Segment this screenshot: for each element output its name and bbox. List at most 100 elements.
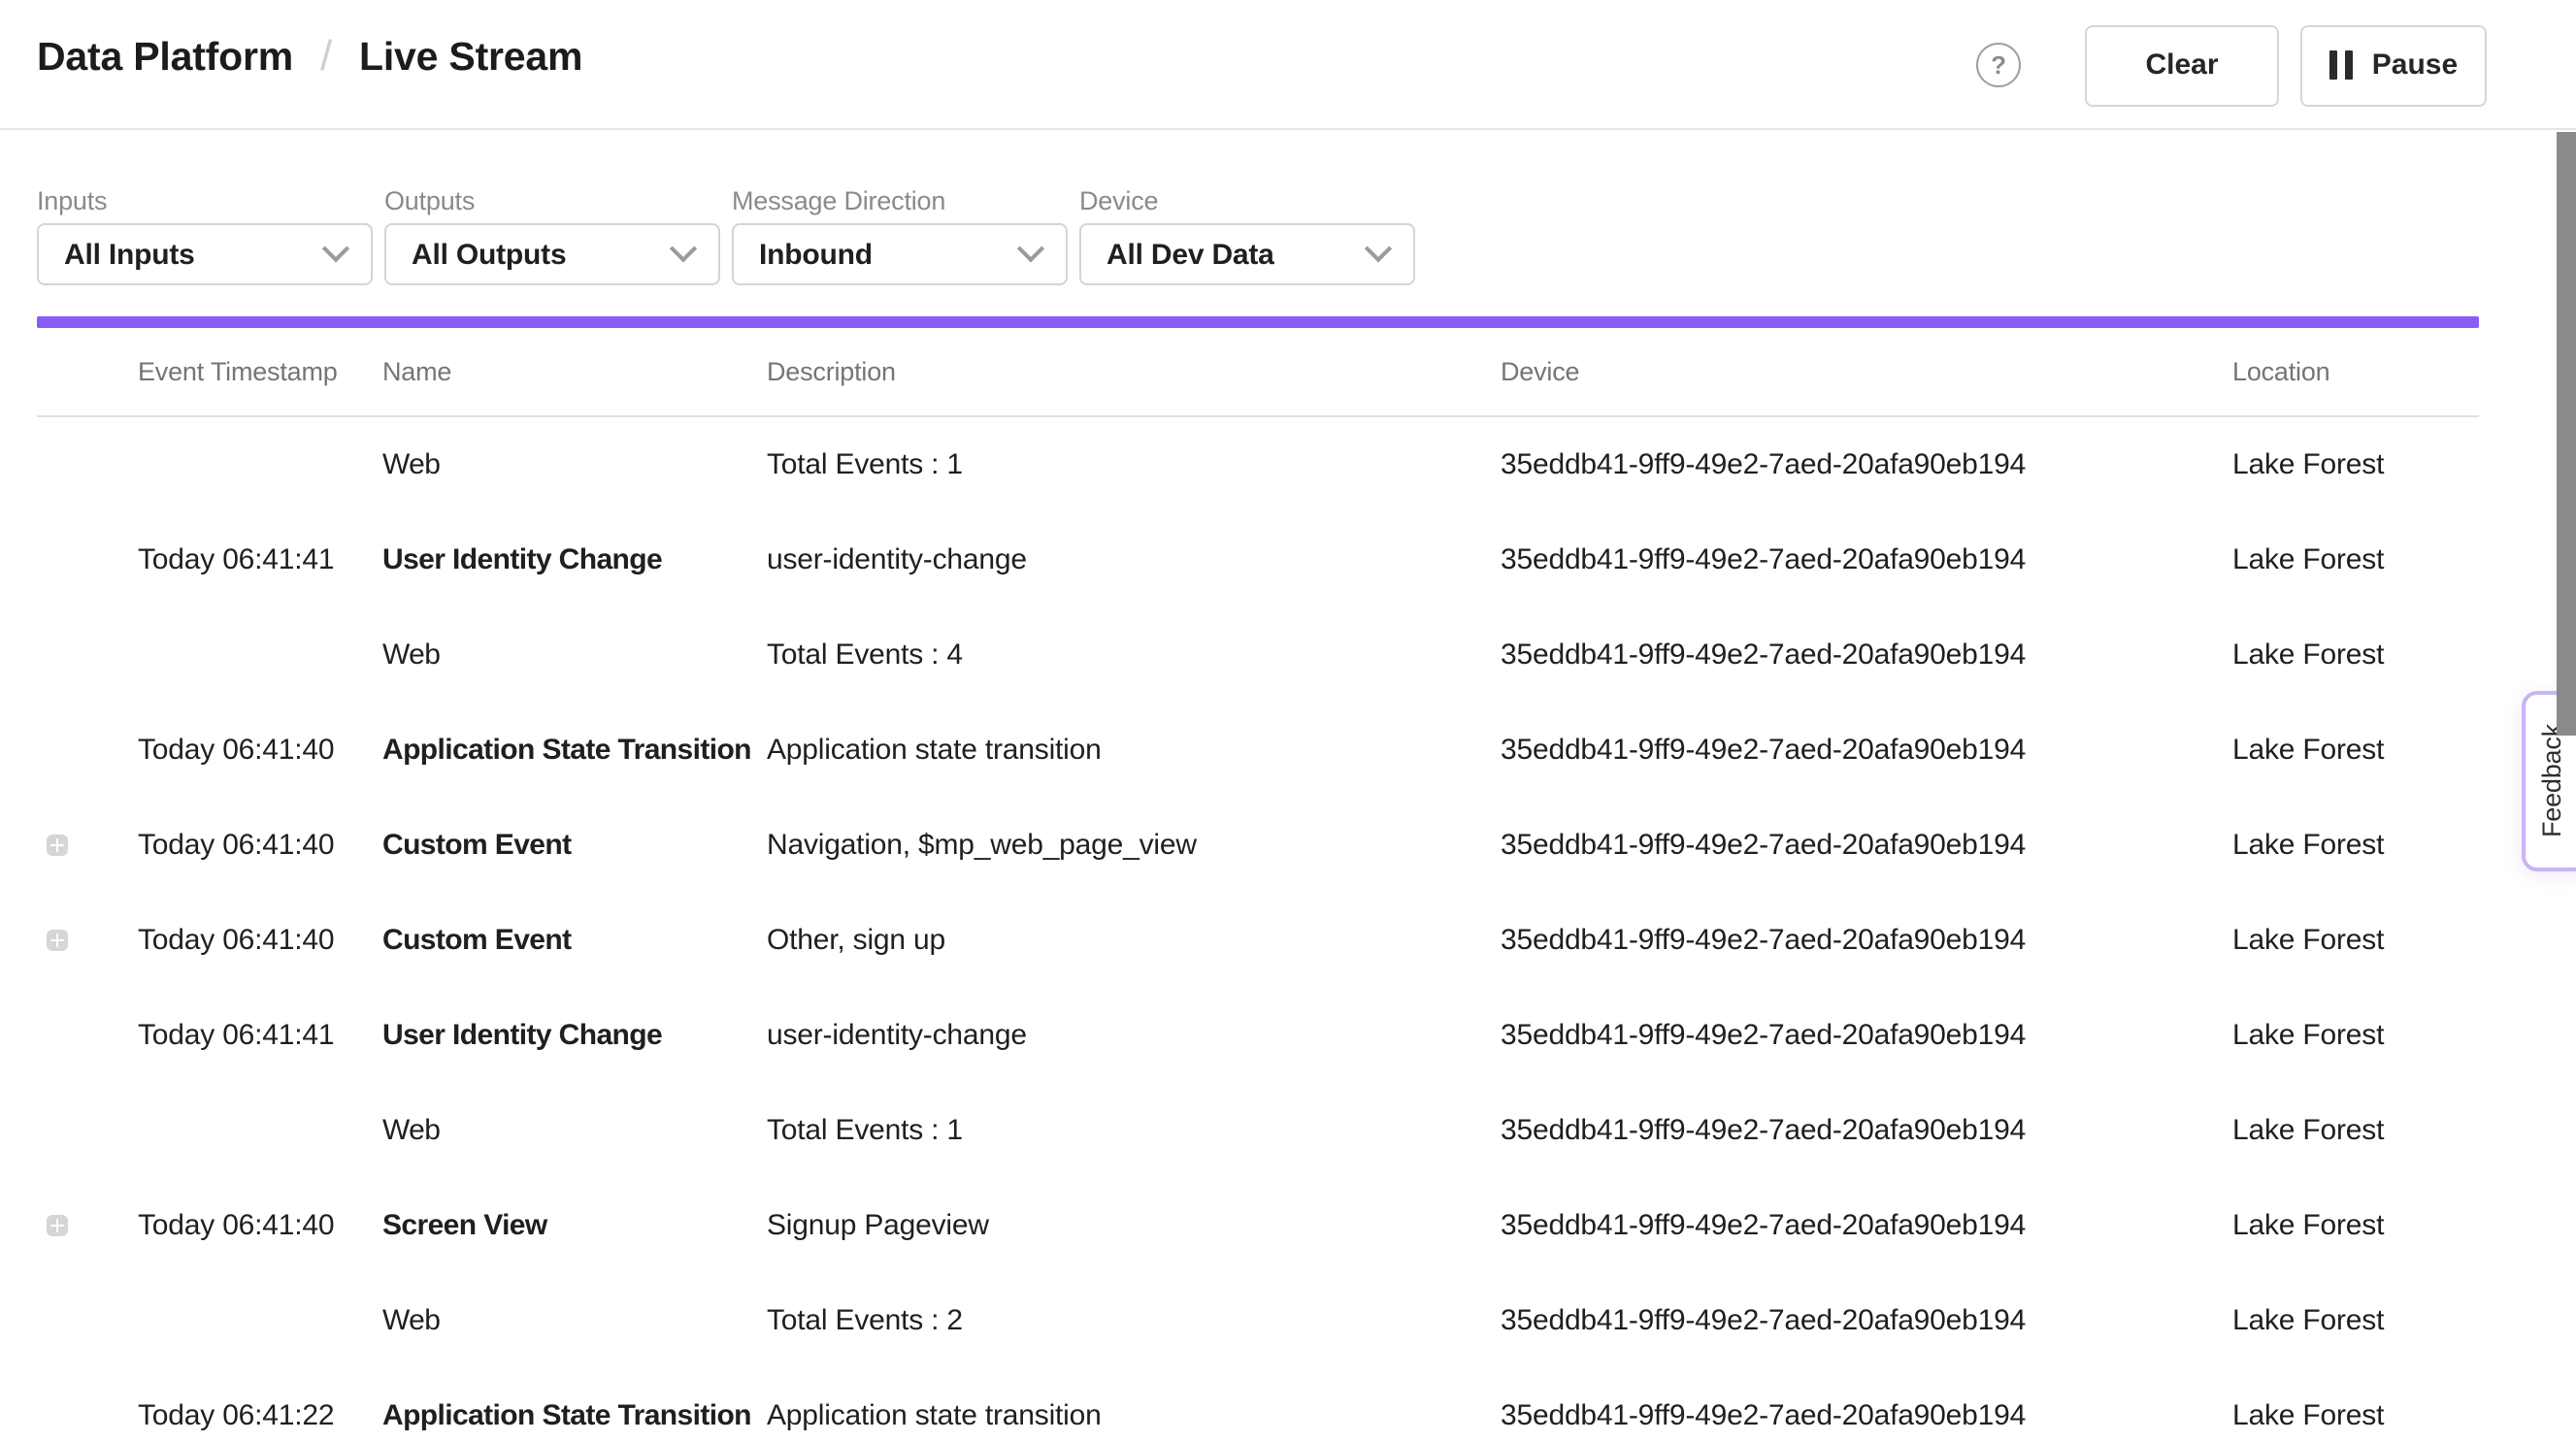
pause-button-label: Pause (2372, 49, 2458, 82)
event-location-cell: Lake Forest (2232, 1019, 2479, 1052)
event-name-cell: User Identity Change (382, 543, 767, 576)
event-timestamp-cell: Today 06:41:40 (138, 829, 382, 862)
chevron-down-icon (322, 235, 349, 262)
event-timestamp-cell: Today 06:41:22 (138, 1399, 382, 1432)
event-timestamp-cell: Today 06:41:40 (138, 924, 382, 957)
event-device-cell: 35eddb41-9ff9-49e2-7aed-20afa90eb194 (1501, 1019, 2232, 1052)
event-device-cell: 35eddb41-9ff9-49e2-7aed-20afa90eb194 (1501, 1209, 2232, 1242)
column-location: Location (2232, 357, 2479, 386)
table-row[interactable]: Web Total Events : 1 35eddb41-9ff9-49e2-… (37, 1083, 2479, 1178)
help-icon[interactable]: ? (1976, 43, 2021, 87)
event-location-cell: Lake Forest (2232, 1209, 2479, 1242)
event-device-cell: 35eddb41-9ff9-49e2-7aed-20afa90eb194 (1501, 1304, 2232, 1337)
column-event-timestamp: Event Timestamp (138, 357, 382, 386)
feedback-tab-label: Feedback (2537, 725, 2566, 838)
column-name: Name (382, 357, 767, 386)
outputs-select[interactable]: All Outputs (384, 223, 720, 285)
event-name-cell: Web (382, 1304, 767, 1337)
event-name-cell: Screen View (382, 1209, 767, 1242)
filter-outputs: Outputs All Outputs (384, 188, 720, 285)
event-description-cell: Signup Pageview (767, 1209, 1501, 1242)
event-name-cell: Web (382, 448, 767, 481)
breadcrumb: Data Platform / Live Stream (37, 33, 582, 83)
inputs-select-value: All Inputs (64, 238, 326, 271)
message-direction-select[interactable]: Inbound (732, 223, 1068, 285)
expand-cell (37, 549, 138, 571)
header-actions: ? Clear Pause (1976, 0, 2487, 130)
inputs-select[interactable]: All Inputs (37, 223, 373, 285)
filter-device-label: Device (1079, 188, 1415, 213)
event-description-cell: Total Events : 2 (767, 1304, 1501, 1337)
event-table: Event Timestamp Name Description Device … (37, 328, 2479, 1442)
chevron-down-icon (1365, 235, 1392, 262)
expand-button[interactable] (47, 1215, 68, 1236)
event-location-cell: Lake Forest (2232, 1399, 2479, 1432)
event-name-cell: Application State Transition (382, 734, 767, 767)
event-location-cell: Lake Forest (2232, 734, 2479, 767)
expand-cell (37, 1215, 138, 1236)
device-select[interactable]: All Dev Data (1079, 223, 1415, 285)
breadcrumb-data-platform[interactable]: Data Platform (37, 35, 293, 82)
message-direction-select-value: Inbound (759, 238, 1021, 271)
expand-cell (37, 739, 138, 761)
filter-message-direction-label: Message Direction (732, 188, 1068, 213)
pause-button[interactable]: Pause (2300, 24, 2487, 106)
event-description-cell: Other, sign up (767, 924, 1501, 957)
stream-progress-bar (37, 316, 2479, 328)
event-description-cell: Application state transition (767, 1399, 1501, 1432)
table-row[interactable]: Today 06:41:40 Custom Event Other, sign … (37, 893, 2479, 988)
event-device-cell: 35eddb41-9ff9-49e2-7aed-20afa90eb194 (1501, 924, 2232, 957)
expand-button[interactable] (47, 835, 68, 856)
table-header-row: Event Timestamp Name Description Device … (37, 328, 2479, 417)
table-row[interactable]: Web Total Events : 4 35eddb41-9ff9-49e2-… (37, 607, 2479, 703)
outputs-select-value: All Outputs (412, 238, 674, 271)
clear-button-label: Clear (2145, 49, 2218, 82)
table-row[interactable]: Today 06:41:22 Application State Transit… (37, 1368, 2479, 1442)
vertical-scrollbar-thumb[interactable] (2556, 132, 2576, 736)
filter-inputs: Inputs All Inputs (37, 188, 373, 285)
expand-cell (37, 1025, 138, 1046)
event-device-cell: 35eddb41-9ff9-49e2-7aed-20afa90eb194 (1501, 639, 2232, 672)
event-device-cell: 35eddb41-9ff9-49e2-7aed-20afa90eb194 (1501, 734, 2232, 767)
expand-button[interactable] (47, 930, 68, 951)
clear-button[interactable]: Clear (2085, 24, 2279, 106)
event-device-cell: 35eddb41-9ff9-49e2-7aed-20afa90eb194 (1501, 1114, 2232, 1147)
table-row[interactable]: Web Total Events : 2 35eddb41-9ff9-49e2-… (37, 1273, 2479, 1368)
chevron-down-icon (670, 235, 697, 262)
filter-outputs-label: Outputs (384, 188, 720, 213)
event-name-cell: Application State Transition (382, 1399, 767, 1432)
table-row[interactable]: Today 06:41:40 Application State Transit… (37, 703, 2479, 798)
breadcrumb-separator: / (320, 31, 332, 82)
pause-icon (2329, 50, 2353, 80)
table-row[interactable]: Today 06:41:41 User Identity Change user… (37, 988, 2479, 1083)
event-description-cell: Total Events : 1 (767, 448, 1501, 481)
expand-cell (37, 930, 138, 951)
expand-cell (37, 454, 138, 475)
expand-cell (37, 835, 138, 856)
event-timestamp-cell: Today 06:41:41 (138, 543, 382, 576)
event-device-cell: 35eddb41-9ff9-49e2-7aed-20afa90eb194 (1501, 543, 2232, 576)
event-description-cell: user-identity-change (767, 543, 1501, 576)
event-device-cell: 35eddb41-9ff9-49e2-7aed-20afa90eb194 (1501, 829, 2232, 862)
event-description-cell: Application state transition (767, 734, 1501, 767)
event-location-cell: Lake Forest (2232, 448, 2479, 481)
filter-bar: Inputs All Inputs Outputs All Outputs Me… (0, 130, 2576, 285)
table-body: Web Total Events : 1 35eddb41-9ff9-49e2-… (37, 417, 2479, 1442)
event-name-cell: Custom Event (382, 924, 767, 957)
event-device-cell: 35eddb41-9ff9-49e2-7aed-20afa90eb194 (1501, 448, 2232, 481)
event-timestamp-cell: Today 06:41:40 (138, 734, 382, 767)
table-row[interactable]: Today 06:41:41 User Identity Change user… (37, 512, 2479, 607)
chevron-down-icon (1017, 235, 1044, 262)
device-select-value: All Dev Data (1106, 238, 1369, 271)
event-name-cell: User Identity Change (382, 1019, 767, 1052)
event-location-cell: Lake Forest (2232, 1304, 2479, 1337)
table-row[interactable]: Today 06:41:40 Screen View Signup Pagevi… (37, 1178, 2479, 1273)
event-description-cell: Navigation, $mp_web_page_view (767, 829, 1501, 862)
table-row[interactable]: Today 06:41:40 Custom Event Navigation, … (37, 798, 2479, 893)
table-row[interactable]: Web Total Events : 1 35eddb41-9ff9-49e2-… (37, 417, 2479, 512)
filter-message-direction: Message Direction Inbound (732, 188, 1068, 285)
column-description: Description (767, 357, 1501, 386)
event-device-cell: 35eddb41-9ff9-49e2-7aed-20afa90eb194 (1501, 1399, 2232, 1432)
event-timestamp-cell: Today 06:41:41 (138, 1019, 382, 1052)
event-name-cell: Custom Event (382, 829, 767, 862)
